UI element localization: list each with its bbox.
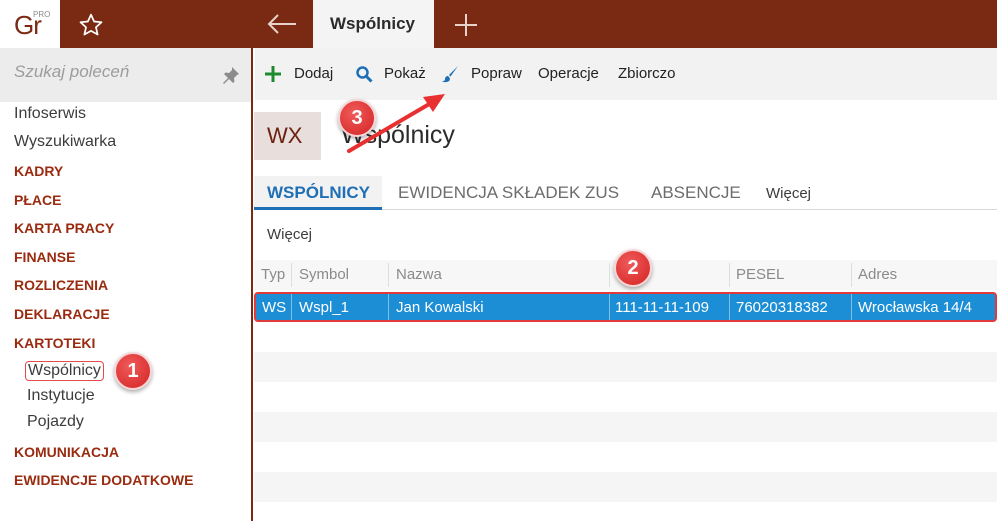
cell-separator [291,294,292,320]
plus-icon[interactable] [264,65,282,83]
column-separator[interactable] [851,263,852,287]
sidebar-item-komunikacja[interactable]: KOMUNIKACJA [14,444,119,460]
sidebar-item-karta-pracy[interactable]: KARTA PRACY [14,220,114,236]
tab-wspolnicy[interactable]: Wspólnicy [313,0,434,48]
top-bar: Gr PRO Wspólnicy [0,0,997,48]
sidebar-item-deklaracje[interactable]: DEKLARACJE [14,306,110,322]
column-header-nazwa[interactable]: Nazwa [396,266,442,283]
sidebar-item-rozliczenia[interactable]: ROZLICZENIA [14,277,108,293]
show-button[interactable]: Pokaż [384,65,426,82]
sidebar-item-ewidencje-dodatkowe[interactable]: EWIDENCJE DODATKOWE [14,472,193,488]
column-header-pesel[interactable]: PESEL [736,266,784,283]
tab-wspolnicy-label: Wspólnicy [330,14,416,33]
tab-ewidencja-zus[interactable]: EWIDENCJA SKŁADEK ZUS [398,183,619,203]
cell-separator [729,294,730,320]
annotation-marker-1: 1 [114,352,152,390]
star-icon[interactable] [78,12,104,38]
column-separator[interactable] [291,263,292,287]
command-search-input[interactable] [14,62,214,82]
back-arrow-icon[interactable] [266,12,298,36]
sidebar: Infoserwis Wyszukiwarka KADRY PŁACE KARTA PR… [0,48,253,521]
annotation-marker-2: 2 [614,249,652,287]
cell-symbol: Wspl_1 [299,299,350,316]
operations-button[interactable]: Operacje [538,65,599,82]
column-header-adres[interactable]: Adres [858,266,897,283]
empty-row [254,352,997,382]
column-separator[interactable] [388,263,389,287]
cell-nazwa: Jan Kowalski [396,299,484,316]
sidebar-item-kadry[interactable]: KADRY [14,163,63,179]
add-button[interactable]: Dodaj [294,65,333,82]
edit-button[interactable]: Popraw [471,65,522,82]
sidebar-item-finanse[interactable]: FINANSE [14,249,75,265]
logo-pro-text: PRO [33,10,51,19]
cell-pesel: 76020318382 [736,299,828,316]
search-icon[interactable] [355,65,373,83]
tab-wspolnicy-list[interactable]: WSPÓLNICY [267,183,370,203]
column-separator[interactable] [609,263,610,287]
sidebar-item-pojazdy[interactable]: Pojazdy [27,413,84,431]
table-row[interactable]: WS Wspl_1 Jan Kowalski 111-11-11-109 760… [254,292,997,322]
tab-absencje[interactable]: ABSENCJE [651,183,741,203]
sidebar-item-infoserwis[interactable]: Infoserwis [14,105,86,123]
sidebar-item-wspólnicy[interactable]: Wspólnicy [25,361,104,381]
module-badge: WX [254,112,321,160]
cell-nip: 111-11-11-109 [615,299,709,316]
bulk-button[interactable]: Zbiorczo [618,65,676,82]
command-search [0,48,251,102]
sidebar-item-kartoteki[interactable]: KARTOTEKI [14,335,95,351]
empty-row [254,412,997,442]
cell-separator [388,294,389,320]
tab-bar: WSPÓLNICY EWIDENCJA SKŁADEK ZUS ABSENCJE… [254,176,997,210]
app-logo[interactable]: Gr PRO [0,0,60,48]
cell-typ: WS [262,299,287,316]
annotation-marker-3: 3 [338,99,376,137]
empty-row [254,472,997,502]
pin-icon[interactable] [222,66,240,84]
sidebar-item-wyszukiwarka[interactable]: Wyszukiwarka [14,133,116,151]
cell-adres: Wrocławska 14/4 [858,299,972,316]
brush-icon[interactable] [441,65,459,83]
module-badge-text: WX [267,123,303,148]
column-separator[interactable] [729,263,730,287]
sidebar-item-płace[interactable]: PŁACE [14,192,61,208]
column-header-typ[interactable]: Typ [261,266,285,283]
cell-separator [609,294,610,320]
more-button[interactable]: Więcej [267,226,312,243]
sidebar-item-instytucje[interactable]: Instytucje [27,387,95,405]
tab-more[interactable]: Więcej [766,185,811,202]
column-header-symbol[interactable]: Symbol [299,266,349,283]
plus-icon[interactable] [453,12,479,38]
cell-separator [851,294,852,320]
